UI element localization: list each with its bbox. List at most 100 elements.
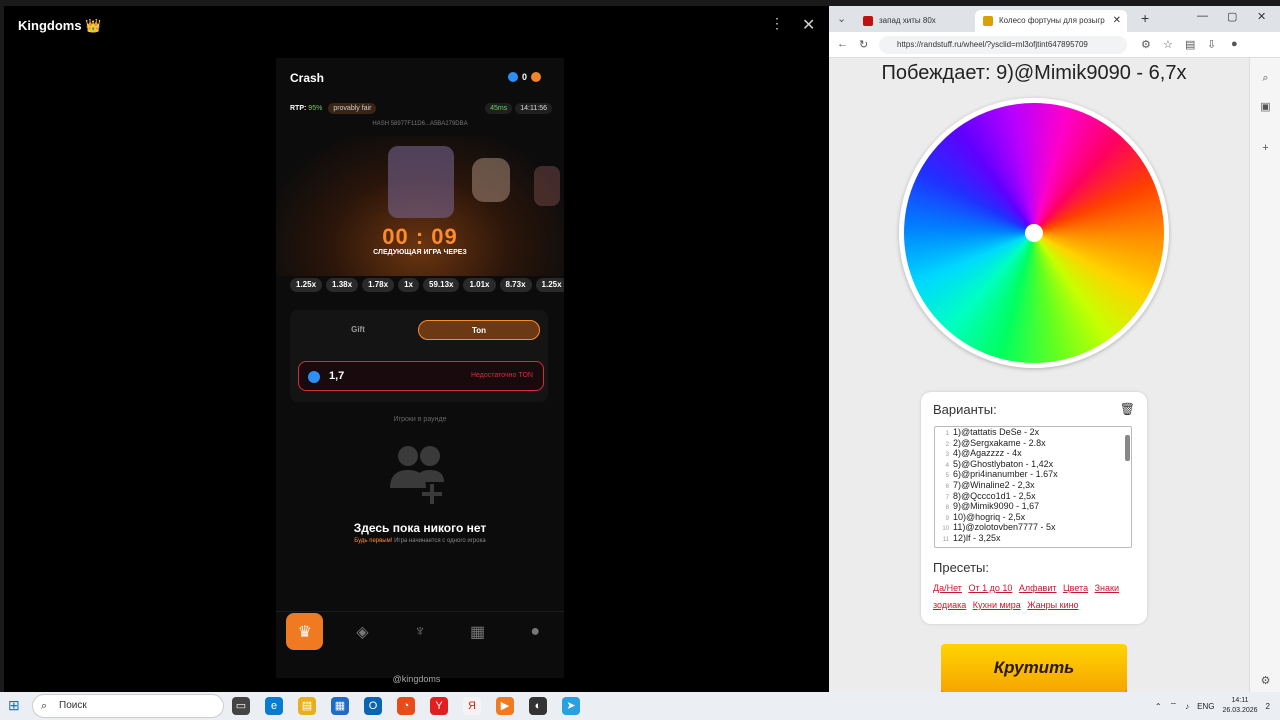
- yandex-icon[interactable]: Я: [463, 697, 481, 715]
- capture-icon[interactable]: ◐: [529, 697, 547, 715]
- nav-grid-icon[interactable]: ▦: [459, 613, 496, 650]
- collections-icon[interactable]: ▤: [1185, 38, 1195, 51]
- ping-badge: 45ms: [485, 102, 513, 114]
- more-menu-icon[interactable]: ⋮: [770, 16, 784, 30]
- tray-expand-icon[interactable]: ⌃: [1155, 702, 1162, 711]
- balance[interactable]: 0: [508, 72, 542, 82]
- player-icon[interactable]: ▶: [496, 697, 514, 715]
- nav-trophy-icon[interactable]: ♆: [401, 613, 438, 650]
- settings-icon[interactable]: ⚙: [1259, 674, 1272, 687]
- game-stage: 00 : 09 СЛЕДУЮЩАЯ ИГРА ЧЕРЕЗ: [276, 136, 564, 276]
- extension-icon[interactable]: ⚙: [1141, 38, 1151, 51]
- variant-text: 9)@Mimik9090 - 1,67: [953, 501, 1040, 512]
- edge-icon[interactable]: e: [265, 697, 283, 715]
- telegram-window: Kingdoms 👑 ⋮ ✕ Crash 0 RTP: 95% provably…: [4, 6, 829, 692]
- bet-amount-field[interactable]: 1,7 Недостаточно TON: [298, 361, 544, 391]
- window-close-icon[interactable]: ✕: [1257, 10, 1266, 23]
- wheel-hub: [1025, 224, 1043, 242]
- scrollbar-thumb[interactable]: [1125, 435, 1130, 461]
- clock-time: 14:11: [1231, 697, 1249, 704]
- nav-profile-icon[interactable]: ●: [517, 613, 554, 650]
- system-tray: ⌃ ⌔ ♪ ENG 14:11 26.03.2026 2: [1155, 694, 1270, 718]
- store-icon[interactable]: ▦: [331, 697, 349, 715]
- minimize-icon[interactable]: —: [1197, 10, 1208, 22]
- back-icon[interactable]: ←: [837, 38, 848, 50]
- preset-link[interactable]: Алфавит: [1019, 583, 1057, 593]
- reload-icon[interactable]: ↻: [859, 38, 868, 51]
- multiplier-chip: 1x: [398, 278, 419, 292]
- new-tab-icon[interactable]: +: [1141, 10, 1149, 26]
- language-indicator[interactable]: ENG: [1197, 702, 1214, 711]
- close-icon[interactable]: ✕: [802, 15, 815, 35]
- ton-coin-icon: [308, 371, 320, 383]
- preset-link[interactable]: Жанры кино: [1027, 600, 1078, 610]
- bet-amount-value[interactable]: 1,7: [329, 370, 344, 382]
- round-hash[interactable]: HASH 58977F11D6...A5BA279DBA: [276, 121, 564, 127]
- search-icon[interactable]: ⌕: [1259, 72, 1272, 85]
- maximize-icon[interactable]: ▢: [1227, 10, 1237, 23]
- taskbar-search[interactable]: ⌕ Поиск: [32, 694, 224, 718]
- clock[interactable]: 14:11 26.03.2026: [1223, 696, 1258, 716]
- tab-gift[interactable]: Gift: [298, 320, 418, 340]
- toolbox-icon[interactable]: ▣: [1259, 100, 1272, 113]
- tab-ton[interactable]: Ton: [418, 320, 540, 340]
- info-row: RTP: 95% provably fair 45ms 14:11:56: [290, 102, 552, 114]
- browser-tab-wheel[interactable]: Колесо фортуны для розыгр ✕: [975, 10, 1127, 32]
- server-time: 14:11:56: [515, 102, 552, 114]
- list-item: 4 5)@Ghostlybaton - 1,42x: [945, 458, 1054, 469]
- variants-textarea[interactable]: 1 1)@tattatis DeSe - 2x 2 2)@Sergxakame - …: [934, 426, 1132, 548]
- preset-link[interactable]: Да/Нет: [933, 583, 962, 593]
- preset-link[interactable]: Цвета: [1063, 583, 1088, 593]
- tab-strip: ⌄ запад хиты 80х Колесо фортуны для розы…: [829, 6, 1280, 32]
- nav-gifts-icon[interactable]: ◈: [344, 613, 381, 650]
- bottom-nav: ♛ ◈ ♆ ▦ ●: [276, 611, 564, 651]
- outlook-icon[interactable]: O: [364, 697, 382, 715]
- add-icon[interactable]: +: [1259, 142, 1272, 155]
- variants-panel: Варианты: 🗑 1 1)@tattatis DeSe - 2x 2 2)@S…: [921, 392, 1147, 624]
- insufficient-funds-error: Недостаточно TON: [470, 372, 533, 379]
- empty-state-hint: Игра начинается с одного игрока: [392, 538, 486, 544]
- close-tab-icon[interactable]: ✕: [1113, 10, 1121, 32]
- gift-box-image: [388, 146, 454, 218]
- yandex-browser-icon[interactable]: Y: [430, 697, 448, 715]
- multiplier-chip: 59.13x: [423, 278, 460, 292]
- browser-tab-music[interactable]: запад хиты 80х: [855, 10, 985, 32]
- variant-text: 11)@zolotovben7777 - 5x: [953, 522, 1056, 533]
- multiplier-chip: 8.73x: [499, 278, 532, 292]
- favorite-icon[interactable]: ☆: [1163, 38, 1173, 51]
- clock-date: 26.03.2026: [1222, 707, 1258, 714]
- list-item: 5 6)@pri4inanumber - 1.67x: [945, 469, 1058, 480]
- trash-icon[interactable]: 🗑: [1120, 402, 1135, 416]
- spin-button[interactable]: Крутить: [941, 644, 1127, 692]
- countdown-label: СЛЕДУЮЩАЯ ИГРА ЧЕРЕЗ: [373, 249, 467, 256]
- fortune-wheel[interactable]: [899, 98, 1169, 368]
- app-icon[interactable]: ◔: [397, 697, 415, 715]
- telegram-icon[interactable]: ➤: [562, 697, 580, 715]
- explorer-icon[interactable]: ▤: [298, 697, 316, 715]
- balance-value: 0: [522, 72, 528, 82]
- url-field[interactable]: https://randstuff.ru/wheel/?ysclid=ml3of…: [879, 36, 1127, 54]
- variant-text: 6)@pri4inanumber - 1.67x: [953, 469, 1058, 480]
- list-item: 8 9)@Mimik9090 - 1,67: [945, 501, 1040, 512]
- preset-link[interactable]: Кухни мира: [973, 600, 1021, 610]
- nav-crash-icon[interactable]: ♛: [286, 613, 324, 650]
- notification-count[interactable]: 2: [1266, 702, 1270, 711]
- variant-text: 2)@Sergxakame - 2.8x: [953, 437, 1046, 448]
- downloads-icon[interactable]: ⇩: [1207, 38, 1216, 51]
- tab-list-icon[interactable]: ⌄: [837, 12, 846, 25]
- volume-icon[interactable]: ♪: [1185, 702, 1189, 711]
- multiplier-chip: 1.25x: [290, 278, 323, 292]
- add-funds-icon[interactable]: [531, 72, 542, 82]
- profile-avatar-icon[interactable]: ●: [1231, 38, 1238, 50]
- preset-link[interactable]: От 1 до 10: [968, 583, 1012, 593]
- be-first-label: Будь первым!: [354, 538, 393, 544]
- search-placeholder: Поиск: [59, 700, 87, 711]
- multiplier-chip: 1.78x: [362, 278, 395, 292]
- provably-fair-badge[interactable]: provably fair: [328, 102, 377, 114]
- variant-text: 12)lf - 3,25x: [953, 532, 1001, 543]
- crash-game-app: Crash 0 RTP: 95% provably fair 45ms 14:1…: [276, 58, 564, 678]
- windows-start-icon[interactable]: ⊞: [8, 698, 22, 712]
- task-view-icon[interactable]: ▭: [232, 697, 250, 715]
- network-icon[interactable]: ⌔: [1170, 701, 1178, 711]
- add-users-icon: [390, 446, 444, 504]
